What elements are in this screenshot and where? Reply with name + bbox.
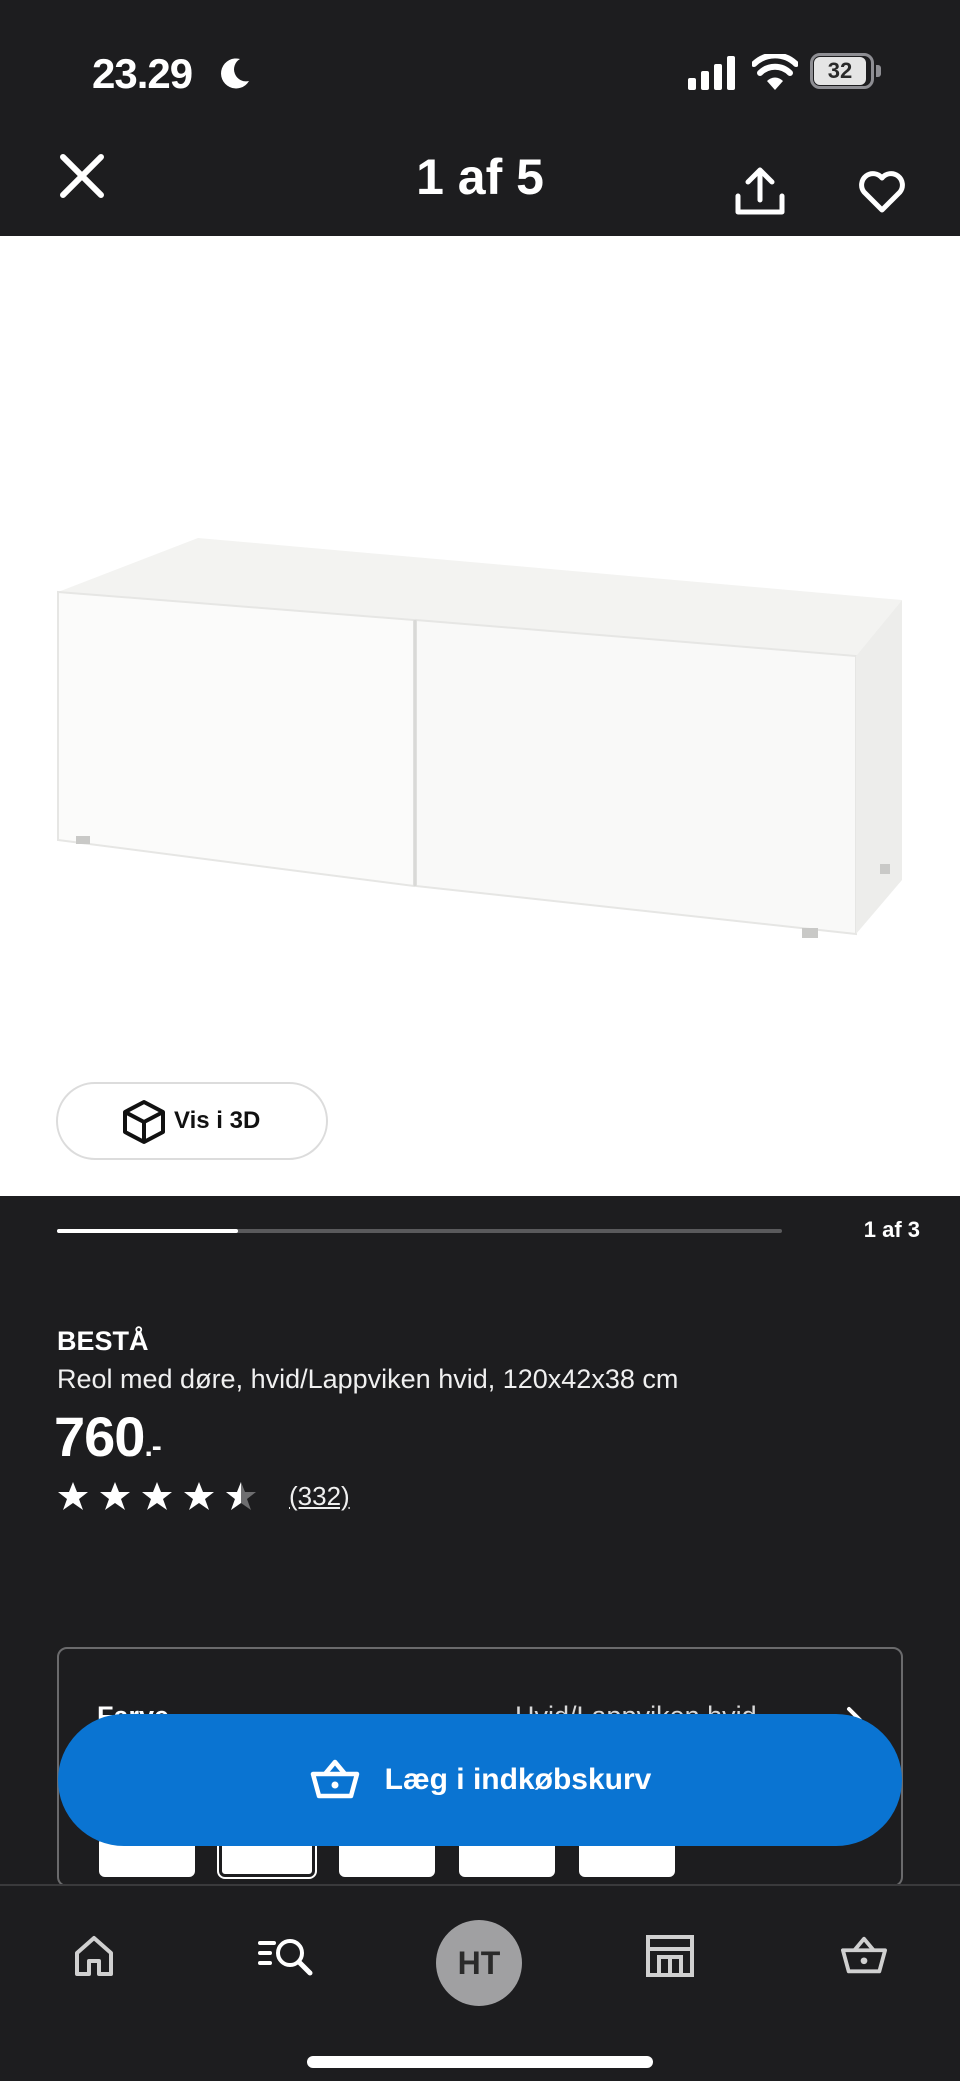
basket-icon	[841, 1936, 887, 1974]
add-to-cart-button[interactable]: Læg i indkøbskurv	[58, 1714, 902, 1846]
top-nav: 1 af 5	[0, 140, 960, 236]
share-button[interactable]	[728, 160, 792, 224]
tab-search[interactable]	[246, 1916, 326, 1996]
star-icon	[100, 1482, 130, 1510]
star-icon	[184, 1482, 214, 1510]
product-description: Reol med døre, hvid/Lappviken hvid, 120x…	[57, 1364, 679, 1394]
star-half-icon	[226, 1482, 256, 1510]
price-value: 760	[54, 1405, 145, 1468]
review-count-link[interactable]: (332)	[289, 1481, 350, 1512]
star-icon	[142, 1482, 172, 1510]
view-3d-label: Vis i 3D	[174, 1107, 261, 1134]
bottom-tab-bar: HT	[0, 1884, 960, 2081]
battery-level: 32	[814, 57, 866, 85]
tab-home[interactable]	[54, 1916, 134, 1996]
product-image-gallery[interactable]: Vis i 3D	[0, 236, 960, 1196]
share-icon	[735, 167, 785, 215]
product-brand: BESTÅ	[57, 1326, 149, 1356]
store-icon	[646, 1935, 694, 1977]
price-suffix: .-	[144, 1430, 161, 1463]
cube-icon	[123, 1100, 165, 1144]
close-icon	[60, 154, 104, 198]
rating-row[interactable]: (332)	[57, 1478, 350, 1514]
home-icon	[75, 1936, 113, 1976]
gallery-progress-bar	[57, 1229, 782, 1233]
search-icon	[258, 1939, 313, 1976]
close-button[interactable]	[52, 146, 112, 206]
moon-icon	[221, 58, 249, 89]
gallery-progress-fill	[57, 1229, 239, 1233]
tab-profile-avatar[interactable]: HT	[436, 1920, 522, 2006]
tab-basket[interactable]	[824, 1916, 904, 1996]
view-3d-button[interactable]: Vis i 3D	[56, 1082, 328, 1160]
status-time: 23.29	[92, 50, 193, 97]
product-price: 760.-	[54, 1404, 162, 1469]
gallery-progress-label: 1 af 3	[863, 1217, 920, 1242]
tab-store[interactable]	[630, 1916, 710, 1996]
star-icon	[58, 1482, 88, 1510]
battery-icon: 32	[810, 53, 881, 91]
add-to-cart-label: Læg i indkøbskurv	[384, 1763, 652, 1796]
basket-icon	[310, 1759, 359, 1799]
page-indicator: 1 af 5	[416, 149, 544, 205]
product-photo	[57, 538, 902, 938]
favorite-button[interactable]	[850, 160, 914, 224]
wifi-icon	[752, 54, 798, 90]
status-bar: 23.29 32	[0, 0, 960, 140]
heart-icon	[859, 171, 905, 213]
signal-icon	[688, 56, 735, 90]
home-indicator	[307, 2056, 653, 2068]
